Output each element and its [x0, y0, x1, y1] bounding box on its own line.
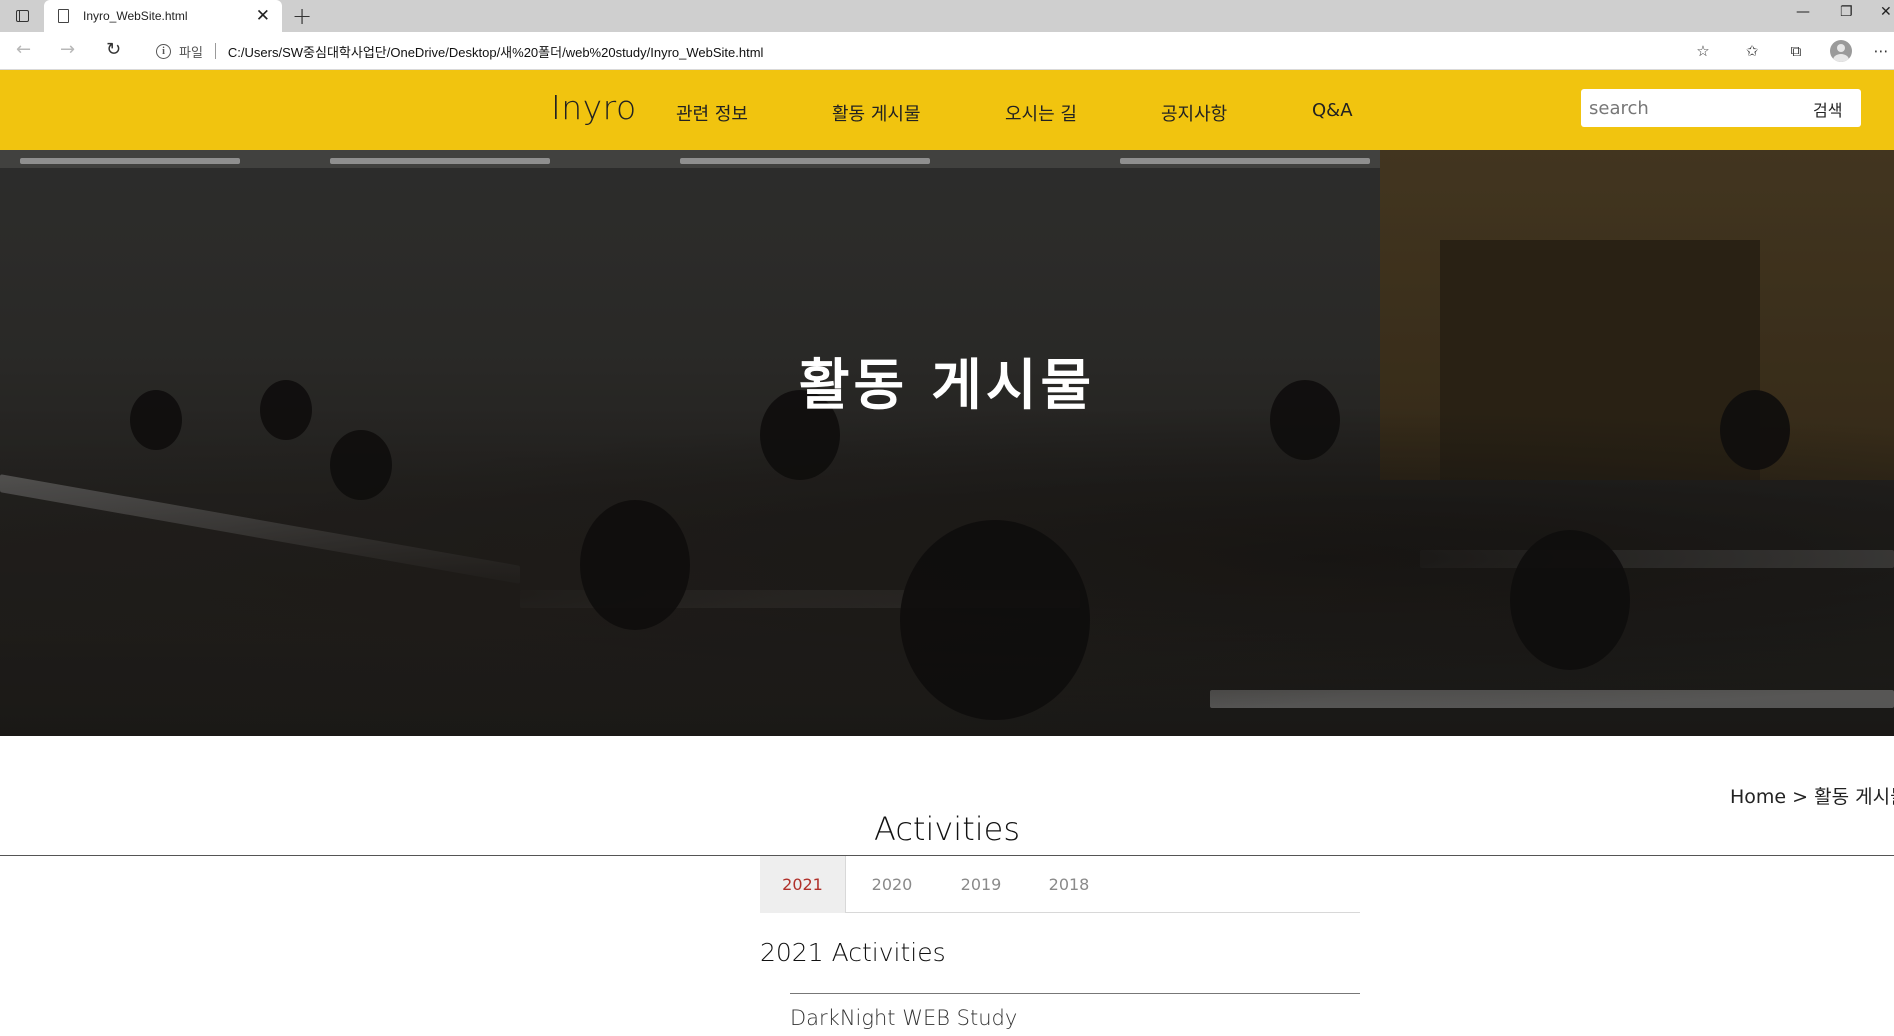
favorites-icon[interactable]: ✩: [1743, 42, 1761, 60]
url-text[interactable]: C:/Users/SW중심대학사업단/OneDrive/Desktop/새%20…: [228, 42, 764, 61]
section-title: Activities: [874, 810, 1020, 848]
year-tabs: 2021 2020 2019 2018: [760, 856, 1360, 913]
new-tab-button[interactable]: +: [292, 3, 312, 29]
search-input[interactable]: [1589, 93, 1789, 123]
hero-title: 활동 게시물: [798, 353, 1096, 417]
breadcrumb: Home > 활동 게시물: [1730, 786, 1894, 808]
add-favorite-star-icon[interactable]: ☆: [1694, 42, 1712, 60]
url-scheme-label: 파일: [179, 45, 203, 61]
url-separator: [214, 43, 216, 59]
nav-item-directions[interactable]: 오시는 길: [1005, 100, 1077, 126]
tab-year-2019[interactable]: 2019: [938, 856, 1024, 913]
activity-item[interactable]: DarkNight WEB Study: [790, 1006, 1017, 1030]
more-menu-icon[interactable]: ⋯: [1872, 42, 1890, 60]
hero-overlay: [0, 150, 1894, 736]
nav-item-qna[interactable]: Q&A: [1312, 100, 1353, 121]
close-window-button[interactable]: ✕: [1880, 4, 1892, 20]
site-header: Inyro 관련 정보 활동 게시물 오시는 길 공지사항 Q&A 검색: [0, 70, 1894, 150]
nav-item-activity-posts[interactable]: 활동 게시물: [832, 100, 921, 126]
search-button[interactable]: 검색: [1813, 97, 1842, 121]
nav-item-notices[interactable]: 공지사항: [1161, 100, 1227, 126]
document-icon: [58, 9, 69, 23]
browser-tab-bar: Inyro_WebSite.html ✕ + — ❐ ✕: [0, 0, 1894, 32]
collections-icon[interactable]: ⧉: [1787, 42, 1805, 60]
tab-year-2021[interactable]: 2021: [760, 856, 846, 913]
hero-banner: 활동 게시물: [0, 150, 1894, 736]
address-bar-row: ← → ↻ i 파일 C:/Users/SW중심대학사업단/OneDrive/D…: [0, 32, 1894, 70]
back-arrow-icon[interactable]: ←: [16, 40, 31, 60]
search-box: 검색: [1581, 89, 1861, 127]
tab-year-2018[interactable]: 2018: [1026, 856, 1112, 913]
nav-item-related-info[interactable]: 관련 정보: [676, 100, 748, 126]
info-icon[interactable]: i: [156, 43, 171, 59]
activity-divider: [790, 993, 1360, 994]
refresh-icon[interactable]: ↻: [106, 40, 121, 60]
minimize-button[interactable]: —: [1796, 4, 1810, 20]
forward-arrow-icon[interactable]: →: [60, 40, 75, 60]
tab-actions-icon[interactable]: [10, 6, 34, 26]
tab-year-2020[interactable]: 2020: [849, 856, 935, 913]
url-field[interactable]: i 파일 C:/Users/SW중심대학사업단/OneDrive/Desktop…: [144, 36, 1734, 66]
profile-avatar-icon[interactable]: [1830, 40, 1852, 62]
site-logo[interactable]: Inyro: [551, 88, 637, 127]
browser-tab-title: Inyro_WebSite.html: [83, 9, 188, 23]
restore-button[interactable]: ❐: [1840, 4, 1853, 20]
close-tab-icon[interactable]: ✕: [256, 7, 270, 25]
year-heading: 2021 Activities: [760, 938, 946, 967]
browser-tab[interactable]: Inyro_WebSite.html ✕: [44, 0, 282, 32]
